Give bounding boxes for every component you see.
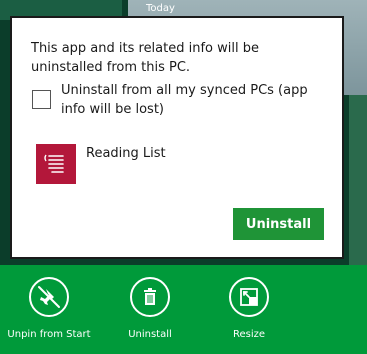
trash-icon xyxy=(130,277,170,317)
sync-uninstall-label[interactable]: Uninstall from all my synced PCs (app in… xyxy=(61,81,321,119)
reading-list-app-tile xyxy=(36,144,76,184)
reading-list-icon xyxy=(44,154,64,173)
start-tile-edge xyxy=(349,95,367,265)
unpin-from-start-button[interactable]: Unpin from Start xyxy=(0,277,98,349)
unpin-icon xyxy=(29,277,69,317)
unpin-from-start-label: Unpin from Start xyxy=(7,329,91,340)
resize-button[interactable]: Resize xyxy=(209,277,289,349)
uninstall-command-label: Uninstall xyxy=(128,329,172,340)
sync-uninstall-checkbox[interactable] xyxy=(32,90,51,109)
app-bar: Unpin from Start Uninstall Resize xyxy=(0,265,367,354)
confirm-uninstall-button[interactable]: Uninstall xyxy=(233,208,324,240)
uninstall-message: This app and its related info will be un… xyxy=(31,41,259,75)
uninstall-command-button[interactable]: Uninstall xyxy=(110,277,190,349)
resize-icon xyxy=(229,277,269,317)
app-name: Reading List xyxy=(86,146,166,161)
uninstall-confirmation-flyout: This app and its related info will be un… xyxy=(10,16,344,259)
today-tile-label: Today xyxy=(146,3,175,14)
resize-label: Resize xyxy=(232,329,266,340)
